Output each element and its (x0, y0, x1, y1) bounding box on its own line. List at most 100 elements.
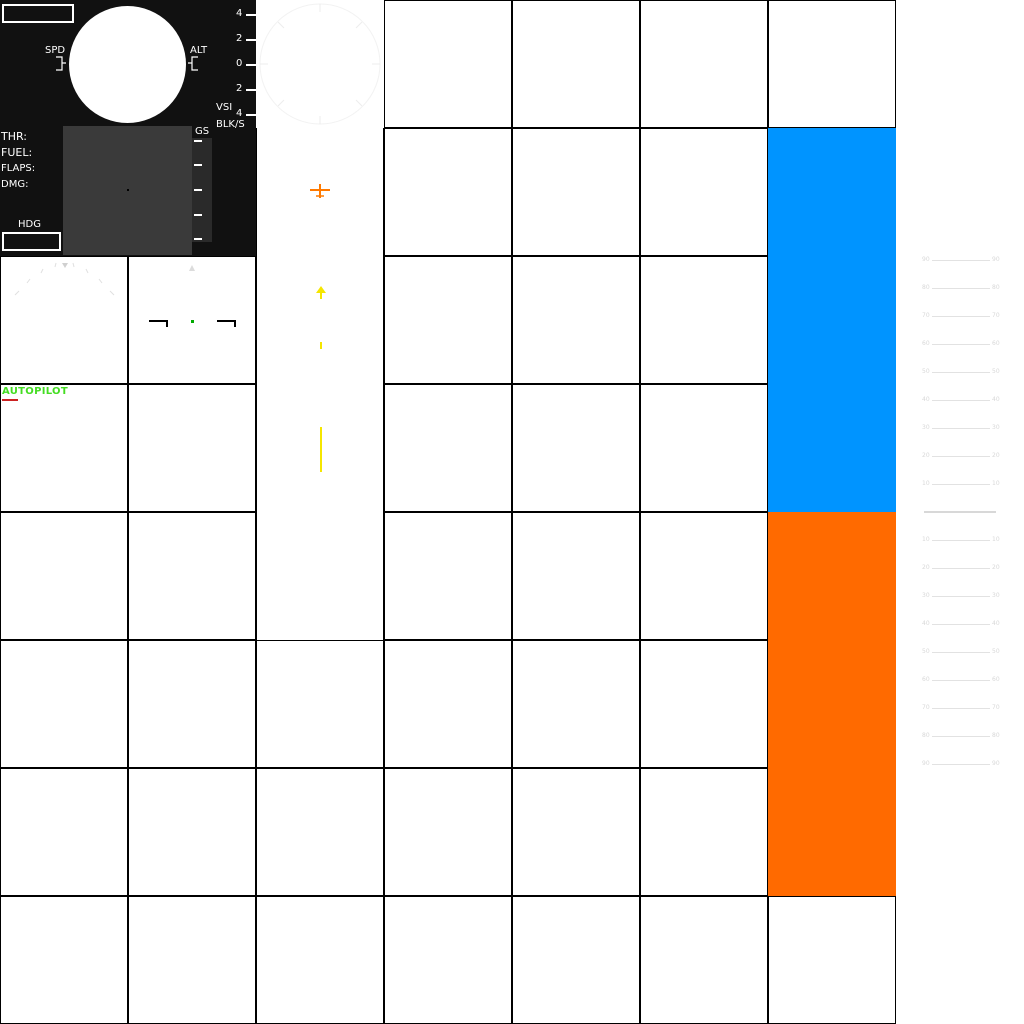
sprite-cell (256, 896, 384, 1024)
vertical-line-marker (320, 427, 322, 472)
pitch-ladder-line (932, 400, 990, 401)
pitch-ladder-label: 40 (922, 620, 930, 627)
heading-arc-icon (14, 262, 115, 296)
sprite-cell (384, 768, 512, 896)
sprite-cell (512, 256, 640, 384)
sprite-cell (0, 768, 128, 896)
vsi-scale: 4 2 0 2 4 (228, 6, 256, 120)
gs-tick (194, 189, 202, 191)
pitch-ladder-label: 80 (992, 284, 1000, 291)
pitch-ladder-line (932, 260, 990, 261)
heading-readout-box (2, 232, 61, 251)
pitch-ladder: 90 90 80 80 70 70 60 60 50 50 40 40 30 3… (918, 250, 1004, 770)
up-arrow-icon (316, 286, 326, 299)
pitch-ladder-label: 60 (992, 676, 1000, 683)
waypoint-marker-icon (310, 184, 330, 198)
autopilot-indicator-bar (2, 399, 18, 401)
pitch-ladder-label: 90 (922, 760, 930, 767)
sprite-cell (768, 0, 896, 128)
sprite-cell (384, 256, 512, 384)
sprite-cell (640, 128, 768, 256)
speed-readout-box (2, 4, 74, 23)
vsi-tick (246, 114, 256, 116)
small-dot-marker (320, 342, 322, 349)
pitch-ladder-horizon (924, 511, 996, 513)
pitch-ladder-label: 60 (922, 340, 930, 347)
pitch-ladder-line (932, 344, 990, 345)
pitch-ladder-label: 10 (992, 536, 1000, 543)
gs-scale (192, 138, 212, 242)
gs-tick (194, 164, 202, 166)
flaps-label: FLAPS: (1, 163, 36, 174)
pitch-ladder-label: 90 (922, 256, 930, 263)
pitch-ladder-label: 70 (992, 704, 1000, 711)
pitch-ladder-line (932, 624, 990, 625)
pitch-ladder-label: 20 (922, 452, 930, 459)
minimap-position-dot (127, 189, 129, 191)
pitch-ladder-line (932, 288, 990, 289)
pitch-ladder-line (932, 568, 990, 569)
pitch-ladder-line (932, 708, 990, 709)
pitch-ladder-label: 60 (922, 676, 930, 683)
pitch-ladder-label: 10 (922, 536, 930, 543)
sprite-cell (384, 640, 512, 768)
sprite-cell (512, 640, 640, 768)
sky-strip (768, 128, 896, 512)
minimap-panel (63, 126, 192, 255)
sprite-cell (640, 640, 768, 768)
sprite-cell (384, 384, 512, 512)
sprite-cell (640, 256, 768, 384)
pitch-ladder-label: 80 (922, 284, 930, 291)
pitch-ladder-line (932, 680, 990, 681)
vsi-tick (246, 39, 256, 41)
attitude-ball (69, 6, 186, 123)
vsi-label: VSI (216, 102, 233, 113)
pitch-ladder-label: 20 (992, 564, 1000, 571)
sprite-cell (128, 384, 256, 512)
sprite-cell (384, 0, 512, 128)
pitch-ladder-label: 50 (992, 648, 1000, 655)
sprite-cell (640, 512, 768, 640)
sprite-cell (0, 896, 128, 1024)
sprite-cell (512, 896, 640, 1024)
vsi-tick-label: 0 (236, 58, 243, 69)
pitch-ladder-label: 70 (922, 312, 930, 319)
reticle-cell (128, 256, 256, 384)
vsi-unit-label: BLK/S (216, 119, 245, 130)
pitch-ladder-label: 60 (992, 340, 1000, 347)
spd-label: SPD (45, 45, 66, 56)
pitch-ladder-label: 90 (992, 760, 1000, 767)
pitch-ladder-line (932, 484, 990, 485)
pitch-ladder-label: 50 (992, 368, 1000, 375)
vsi-tick-label: 2 (236, 33, 243, 44)
pitch-ladder-line (932, 540, 990, 541)
sprite-cell (640, 0, 768, 128)
sprite-cell (0, 512, 128, 640)
pitch-ladder-line (932, 652, 990, 653)
pitch-ladder-label: 30 (992, 424, 1000, 431)
sprite-cell (768, 896, 896, 1024)
sprite-cell (640, 896, 768, 1024)
sprite-cell (256, 768, 384, 896)
vsi-tick (246, 14, 256, 16)
pitch-ladder-label: 40 (992, 396, 1000, 403)
vsi-tick-label: 4 (236, 108, 243, 119)
pitch-ladder-label: 40 (992, 620, 1000, 627)
hud-panel: SPD ALT 4 2 0 2 4 VSI BLK/S THR: FUEL: F… (0, 0, 256, 256)
pitch-ladder-line (932, 456, 990, 457)
pitch-ladder-label: 20 (922, 564, 930, 571)
pitch-ladder-line (932, 316, 990, 317)
sprite-cell (128, 640, 256, 768)
fuel-label: FUEL: (1, 146, 33, 159)
pitch-ladder-label: 50 (922, 648, 930, 655)
sprite-cell (384, 128, 512, 256)
pitch-ladder-line (932, 764, 990, 765)
sprite-cell (512, 384, 640, 512)
vsi-tick-label: 2 (236, 83, 243, 94)
pitch-ladder-label: 80 (922, 732, 930, 739)
pitch-ladder-label: 30 (992, 592, 1000, 599)
sprite-cell (384, 512, 512, 640)
autopilot-cell: AUTOPILOT (0, 384, 128, 512)
ground-strip (768, 512, 896, 896)
sprite-cell (384, 896, 512, 1024)
